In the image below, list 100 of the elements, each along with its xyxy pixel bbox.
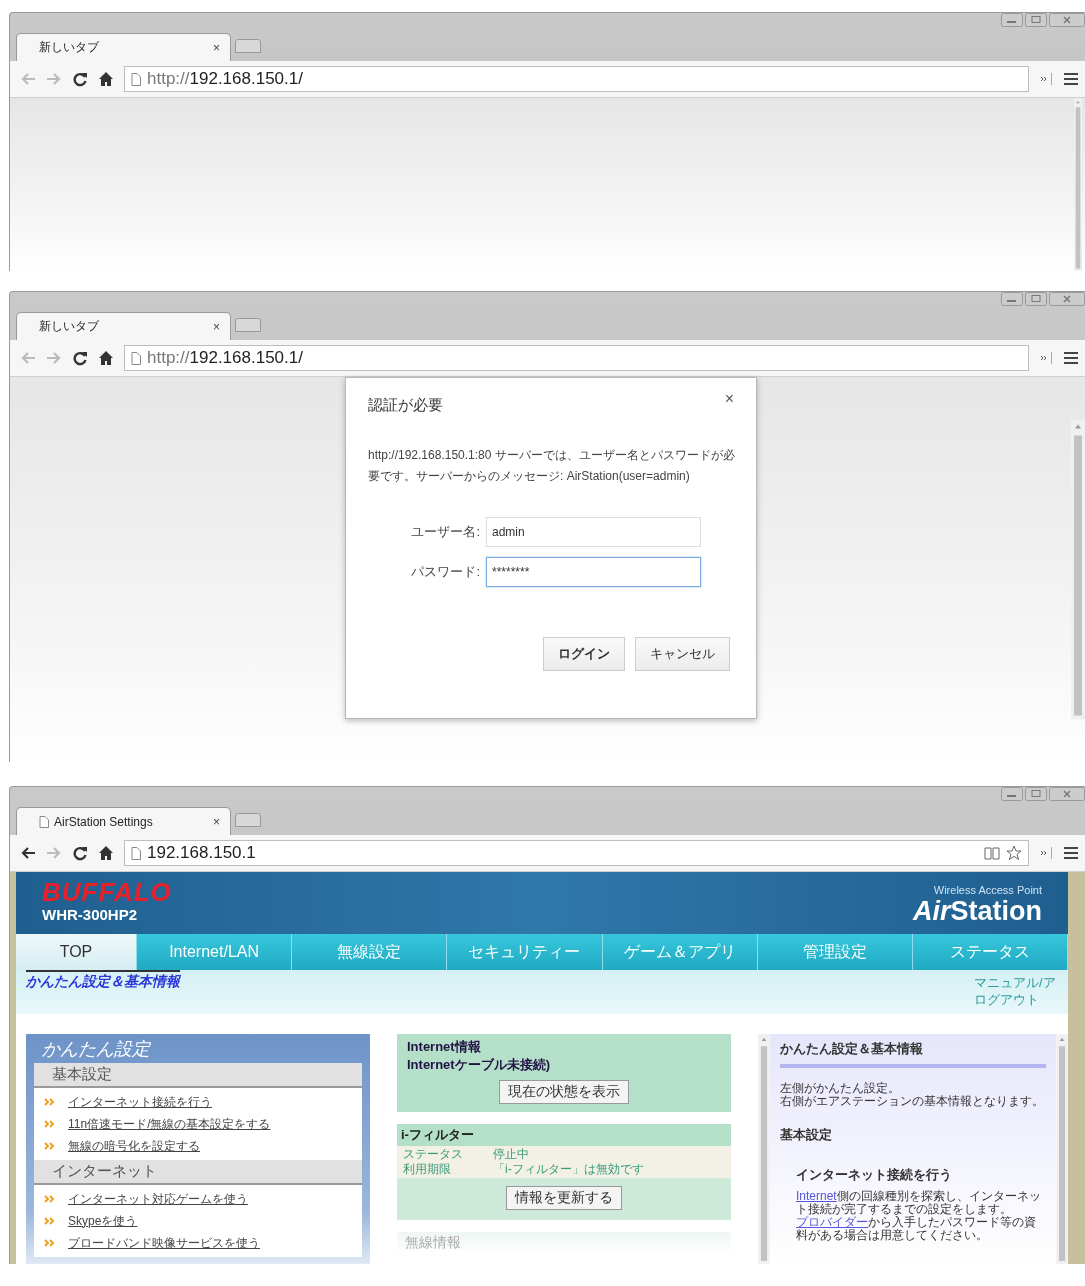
help-link[interactable]: Internet [796,1189,837,1203]
url-text: http://192.168.150.1/ [147,348,303,368]
product-caption: Wireless Access Point [933,884,1042,896]
book-icon[interactable] [984,846,1000,860]
help-paragraph: Internet側の回線種別を探索し、インターネット接続が完了するまでの設定をします。 [796,1190,1042,1216]
double-chevron-icon [44,1239,56,1247]
close-icon[interactable] [1049,787,1085,801]
extension-icon[interactable] [1039,72,1053,86]
browser-tab[interactable]: 新しいタブ × [16,33,231,61]
browser-tab[interactable]: AirStation Settings × [16,807,231,835]
double-chevron-icon [44,1120,56,1128]
refresh-button[interactable]: 情報を更新する [506,1186,622,1210]
page-icon [39,815,49,828]
menu-icon[interactable] [1063,72,1079,86]
nav-tab[interactable]: TOP [16,934,137,970]
url-text: 192.168.150.1 [147,843,256,863]
close-button[interactable]: × [724,390,734,408]
double-chevron-icon [44,1142,56,1150]
model-name: WHR-300HP2 [42,906,139,923]
forward-icon[interactable] [46,351,62,365]
double-chevron-icon [44,1217,56,1225]
minimize-icon[interactable] [1001,787,1023,801]
setup-link[interactable]: 11n倍速モード/無線の基本設定をする [68,1115,271,1133]
help-link[interactable]: プロバイダー [796,1215,868,1229]
home-icon[interactable] [98,350,114,366]
reload-icon[interactable] [72,845,88,861]
setup-link[interactable]: インターネット接続を行う [68,1093,212,1111]
address-bar[interactable]: http://192.168.150.1/ [124,66,1029,92]
setup-link[interactable]: ブロードバンド映像サービスを使う [68,1234,260,1252]
close-tab-button[interactable]: × [213,814,220,829]
forward-icon[interactable] [46,72,62,86]
extension-icon[interactable] [1039,351,1053,365]
page-heading: かんたん設定＆基本情報 [26,970,180,991]
connection-status: Internetケーブル未接続) [407,1056,551,1074]
close-tab-button[interactable]: × [213,40,220,55]
extension-icon[interactable] [1039,846,1053,860]
scrollbar[interactable] [1071,98,1085,271]
scrollbar[interactable] [1056,1034,1068,1264]
maximize-icon[interactable] [1025,13,1047,27]
login-button[interactable]: ログイン [543,637,625,671]
help-text: 左側がかんたん設定。 [780,1082,901,1095]
row-value: 停止中 [493,1147,530,1162]
back-icon[interactable] [20,846,36,860]
page-icon [131,72,141,86]
menu-icon[interactable] [1063,846,1079,860]
minimize-icon[interactable] [1001,13,1023,27]
close-icon[interactable] [1049,292,1085,306]
close-icon[interactable] [1049,13,1085,27]
home-icon[interactable] [98,71,114,87]
section-header: 基本設定 [34,1063,362,1088]
help-section-title: 基本設定 [780,1126,833,1144]
address-bar[interactable]: 192.168.150.1 [124,840,1029,866]
home-icon[interactable] [98,845,114,861]
address-bar[interactable]: http://192.168.150.1/ [124,345,1029,371]
box-title: 無線情報 [405,1234,462,1252]
url-text: http://192.168.150.1/ [147,69,303,89]
product-logo: AirStation [913,896,1042,926]
cancel-button[interactable]: キャンセル [635,637,730,671]
page-icon [131,846,141,860]
box-title: Internet情報 [407,1038,482,1056]
double-chevron-icon [44,1195,56,1203]
panel-title: かんたん設定 [41,1038,152,1061]
forward-icon[interactable] [46,846,62,860]
help-topic-title: インターネット接続を行う [796,1166,953,1184]
reload-icon[interactable] [72,350,88,366]
setup-link[interactable]: 無線の暗号化を設定する [68,1137,200,1155]
page-icon [131,351,141,365]
double-chevron-icon [44,1098,56,1106]
browser-tab[interactable]: 新しいタブ × [16,312,231,340]
tab-title: 新しいタブ [39,39,100,56]
menu-icon[interactable] [1063,351,1079,365]
help-text: 右側がエアステーションの基本情報となります。 [780,1095,1045,1108]
new-tab-button[interactable] [235,318,261,332]
setup-link[interactable]: インターネット対応ゲームを使う [68,1190,248,1208]
row-value: 「i-フィルター」は無効です [493,1162,645,1177]
row-label: ステータス [403,1147,464,1162]
maximize-icon[interactable] [1025,787,1047,801]
new-tab-button[interactable] [235,39,261,53]
password-field[interactable]: ******** [486,557,701,587]
box-title: i-フィルター [397,1124,731,1146]
field-label: ユーザー名: [410,523,480,541]
setup-link[interactable]: Skypeを使う [68,1212,138,1230]
brand-logo: BUFFALO [42,878,172,906]
star-icon[interactable] [1006,845,1022,861]
help-title: かんたん設定＆基本情報 [780,1040,1046,1068]
help-paragraph: プロバイダーから入手したパスワード等の資料がある場合は用意してください。 [796,1216,1037,1242]
minimize-icon[interactable] [1001,292,1023,306]
scrollbar[interactable] [758,1034,770,1264]
show-status-button[interactable]: 現在の状態を表示 [499,1080,629,1104]
new-tab-button[interactable] [235,813,261,827]
dialog-message: http://192.168.150.1:80 サーバーでは、ユーザー名とパスワードが必要です。サーバーからのメッセージ: AirStation(user=admin) [368,447,736,485]
dialog-title: 認証が必要 [368,396,443,415]
section-header: インターネット [34,1160,362,1185]
close-tab-button[interactable]: × [213,319,220,334]
tab-title: 新しいタブ [39,318,100,335]
reload-icon[interactable] [72,71,88,87]
row-label: 利用期限 [403,1162,452,1177]
username-field[interactable]: admin [486,517,701,547]
maximize-icon[interactable] [1025,292,1047,306]
tab-title: AirStation Settings [54,814,154,829]
